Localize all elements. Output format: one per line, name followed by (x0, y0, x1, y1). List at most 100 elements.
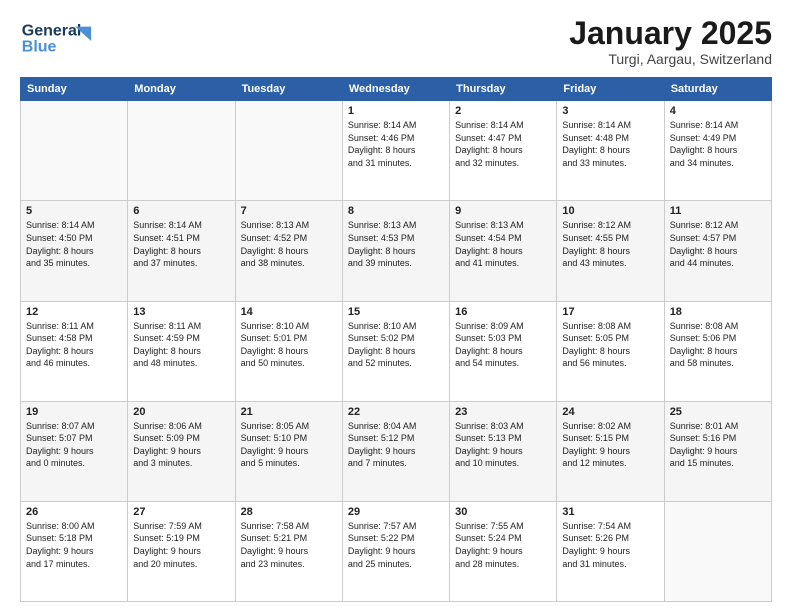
day-info: Sunrise: 8:07 AM Sunset: 5:07 PM Dayligh… (26, 420, 122, 470)
week-row-4: 26 Sunrise: 8:00 AM Sunset: 5:18 PM Dayli… (21, 501, 772, 601)
day-number: 20 (133, 406, 229, 418)
day-number: 4 (670, 105, 766, 117)
day-info: Sunrise: 8:00 AM Sunset: 5:18 PM Dayligh… (26, 520, 122, 570)
day-number: 25 (670, 406, 766, 418)
calendar-cell: 5Sunrise: 8:14 AM Sunset: 4:50 PM Daylig… (21, 201, 128, 301)
weekday-header-sunday: Sunday (21, 78, 128, 101)
calendar-cell: 11 Sunrise: 8:12 AM Sunset: 4:57 PM Dayli… (664, 201, 771, 301)
day-number: 18 (670, 306, 766, 318)
weekday-header-tuesday: Tuesday (235, 78, 342, 101)
day-info: Sunrise: 8:13 AM Sunset: 4:53 PM Dayligh… (348, 219, 444, 269)
day-info: Sunrise: 8:04 AM Sunset: 5:12 PM Dayligh… (348, 420, 444, 470)
calendar-cell: 21Sunrise: 8:05 AM Sunset: 5:10 PM Dayli… (235, 401, 342, 501)
calendar-cell: 15 Sunrise: 8:10 AM Sunset: 5:02 PM Dayli… (342, 301, 449, 401)
day-number: 14 (241, 306, 337, 318)
calendar-cell (235, 101, 342, 201)
day-number: 26 (26, 506, 122, 518)
calendar-cell: 24 Sunrise: 8:02 AM Sunset: 5:15 PM Dayli… (557, 401, 664, 501)
day-info: Sunrise: 8:14 AM Sunset: 4:46 PM Dayligh… (348, 119, 444, 169)
calendar-cell: 14Sunrise: 8:10 AM Sunset: 5:01 PM Dayli… (235, 301, 342, 401)
calendar-cell: 27Sunrise: 7:59 AM Sunset: 5:19 PM Dayli… (128, 501, 235, 601)
day-number: 24 (562, 406, 658, 418)
day-info: Sunrise: 8:02 AM Sunset: 5:15 PM Dayligh… (562, 420, 658, 470)
calendar-cell: 9 Sunrise: 8:13 AM Sunset: 4:54 PM Daylig… (450, 201, 557, 301)
calendar-cell: 19Sunrise: 8:07 AM Sunset: 5:07 PM Dayli… (21, 401, 128, 501)
day-number: 29 (348, 506, 444, 518)
day-number: 22 (348, 406, 444, 418)
day-info: Sunrise: 8:14 AM Sunset: 4:50 PM Dayligh… (26, 219, 122, 269)
calendar-cell: 3 Sunrise: 8:14 AM Sunset: 4:48 PM Daylig… (557, 101, 664, 201)
calendar-cell: 26 Sunrise: 8:00 AM Sunset: 5:18 PM Dayli… (21, 501, 128, 601)
page: General Blue January 2025 Turgi, Aargau,… (0, 0, 792, 612)
logo: General Blue (20, 16, 100, 56)
day-info: Sunrise: 8:10 AM Sunset: 5:02 PM Dayligh… (348, 320, 444, 370)
calendar-cell: 20Sunrise: 8:06 AM Sunset: 5:09 PM Dayli… (128, 401, 235, 501)
svg-text:General: General (22, 23, 82, 40)
day-number: 3 (562, 105, 658, 117)
day-number: 27 (133, 506, 229, 518)
calendar-cell: 30 Sunrise: 7:55 AM Sunset: 5:24 PM Dayli… (450, 501, 557, 601)
day-number: 21 (241, 406, 337, 418)
day-number: 31 (562, 506, 658, 518)
calendar-cell: 7Sunrise: 8:13 AM Sunset: 4:52 PM Daylig… (235, 201, 342, 301)
day-info: Sunrise: 7:54 AM Sunset: 5:26 PM Dayligh… (562, 520, 658, 570)
weekday-header-friday: Friday (557, 78, 664, 101)
calendar-cell: 1Sunrise: 8:14 AM Sunset: 4:46 PM Daylig… (342, 101, 449, 201)
day-info: Sunrise: 7:58 AM Sunset: 5:21 PM Dayligh… (241, 520, 337, 570)
day-info: Sunrise: 8:12 AM Sunset: 4:55 PM Dayligh… (562, 219, 658, 269)
calendar-cell (21, 101, 128, 201)
calendar-cell (664, 501, 771, 601)
day-info: Sunrise: 8:08 AM Sunset: 5:05 PM Dayligh… (562, 320, 658, 370)
svg-text:Blue: Blue (22, 39, 57, 56)
month-title: January 2025 (569, 16, 772, 51)
day-info: Sunrise: 8:08 AM Sunset: 5:06 PM Dayligh… (670, 320, 766, 370)
weekday-header-saturday: Saturday (664, 78, 771, 101)
day-number: 28 (241, 506, 337, 518)
week-row-1: 5Sunrise: 8:14 AM Sunset: 4:50 PM Daylig… (21, 201, 772, 301)
calendar-cell: 2 Sunrise: 8:14 AM Sunset: 4:47 PM Daylig… (450, 101, 557, 201)
calendar-cell: 31 Sunrise: 7:54 AM Sunset: 5:26 PM Dayli… (557, 501, 664, 601)
header: General Blue January 2025 Turgi, Aargau,… (20, 16, 772, 67)
day-number: 9 (455, 205, 551, 217)
day-number: 17 (562, 306, 658, 318)
title-area: January 2025 Turgi, Aargau, Switzerland (569, 16, 772, 67)
calendar-cell: 10 Sunrise: 8:12 AM Sunset: 4:55 PM Dayli… (557, 201, 664, 301)
weekday-header-row: SundayMondayTuesdayWednesdayThursdayFrid… (21, 78, 772, 101)
calendar-cell: 6Sunrise: 8:14 AM Sunset: 4:51 PM Daylig… (128, 201, 235, 301)
day-number: 8 (348, 205, 444, 217)
day-number: 2 (455, 105, 551, 117)
calendar-cell: 16Sunrise: 8:09 AM Sunset: 5:03 PM Dayli… (450, 301, 557, 401)
day-info: Sunrise: 7:55 AM Sunset: 5:24 PM Dayligh… (455, 520, 551, 570)
calendar-cell: 13 Sunrise: 8:11 AM Sunset: 4:59 PM Dayli… (128, 301, 235, 401)
day-number: 30 (455, 506, 551, 518)
day-number: 6 (133, 205, 229, 217)
calendar-cell: 17 Sunrise: 8:08 AM Sunset: 5:05 PM Dayli… (557, 301, 664, 401)
calendar-cell: 28 Sunrise: 7:58 AM Sunset: 5:21 PM Dayli… (235, 501, 342, 601)
calendar-cell: 29Sunrise: 7:57 AM Sunset: 5:22 PM Dayli… (342, 501, 449, 601)
day-info: Sunrise: 8:11 AM Sunset: 4:58 PM Dayligh… (26, 320, 122, 370)
week-row-0: 1Sunrise: 8:14 AM Sunset: 4:46 PM Daylig… (21, 101, 772, 201)
calendar: SundayMondayTuesdayWednesdayThursdayFrid… (20, 77, 772, 602)
day-info: Sunrise: 8:11 AM Sunset: 4:59 PM Dayligh… (133, 320, 229, 370)
day-number: 16 (455, 306, 551, 318)
day-number: 13 (133, 306, 229, 318)
calendar-cell: 25Sunrise: 8:01 AM Sunset: 5:16 PM Dayli… (664, 401, 771, 501)
weekday-header-wednesday: Wednesday (342, 78, 449, 101)
weekday-header-monday: Monday (128, 78, 235, 101)
day-info: Sunrise: 8:14 AM Sunset: 4:48 PM Dayligh… (562, 119, 658, 169)
calendar-cell: 12Sunrise: 8:11 AM Sunset: 4:58 PM Dayli… (21, 301, 128, 401)
day-number: 23 (455, 406, 551, 418)
day-info: Sunrise: 8:14 AM Sunset: 4:47 PM Dayligh… (455, 119, 551, 169)
day-number: 11 (670, 205, 766, 217)
day-info: Sunrise: 8:13 AM Sunset: 4:54 PM Dayligh… (455, 219, 551, 269)
calendar-cell: 8 Sunrise: 8:13 AM Sunset: 4:53 PM Daylig… (342, 201, 449, 301)
week-row-2: 12Sunrise: 8:11 AM Sunset: 4:58 PM Dayli… (21, 301, 772, 401)
weekday-header-thursday: Thursday (450, 78, 557, 101)
calendar-cell: 22 Sunrise: 8:04 AM Sunset: 5:12 PM Dayli… (342, 401, 449, 501)
day-info: Sunrise: 8:12 AM Sunset: 4:57 PM Dayligh… (670, 219, 766, 269)
day-number: 10 (562, 205, 658, 217)
location: Turgi, Aargau, Switzerland (569, 51, 772, 67)
calendar-cell: 18 Sunrise: 8:08 AM Sunset: 5:06 PM Dayli… (664, 301, 771, 401)
logo-svg: General Blue (20, 16, 100, 56)
day-number: 15 (348, 306, 444, 318)
